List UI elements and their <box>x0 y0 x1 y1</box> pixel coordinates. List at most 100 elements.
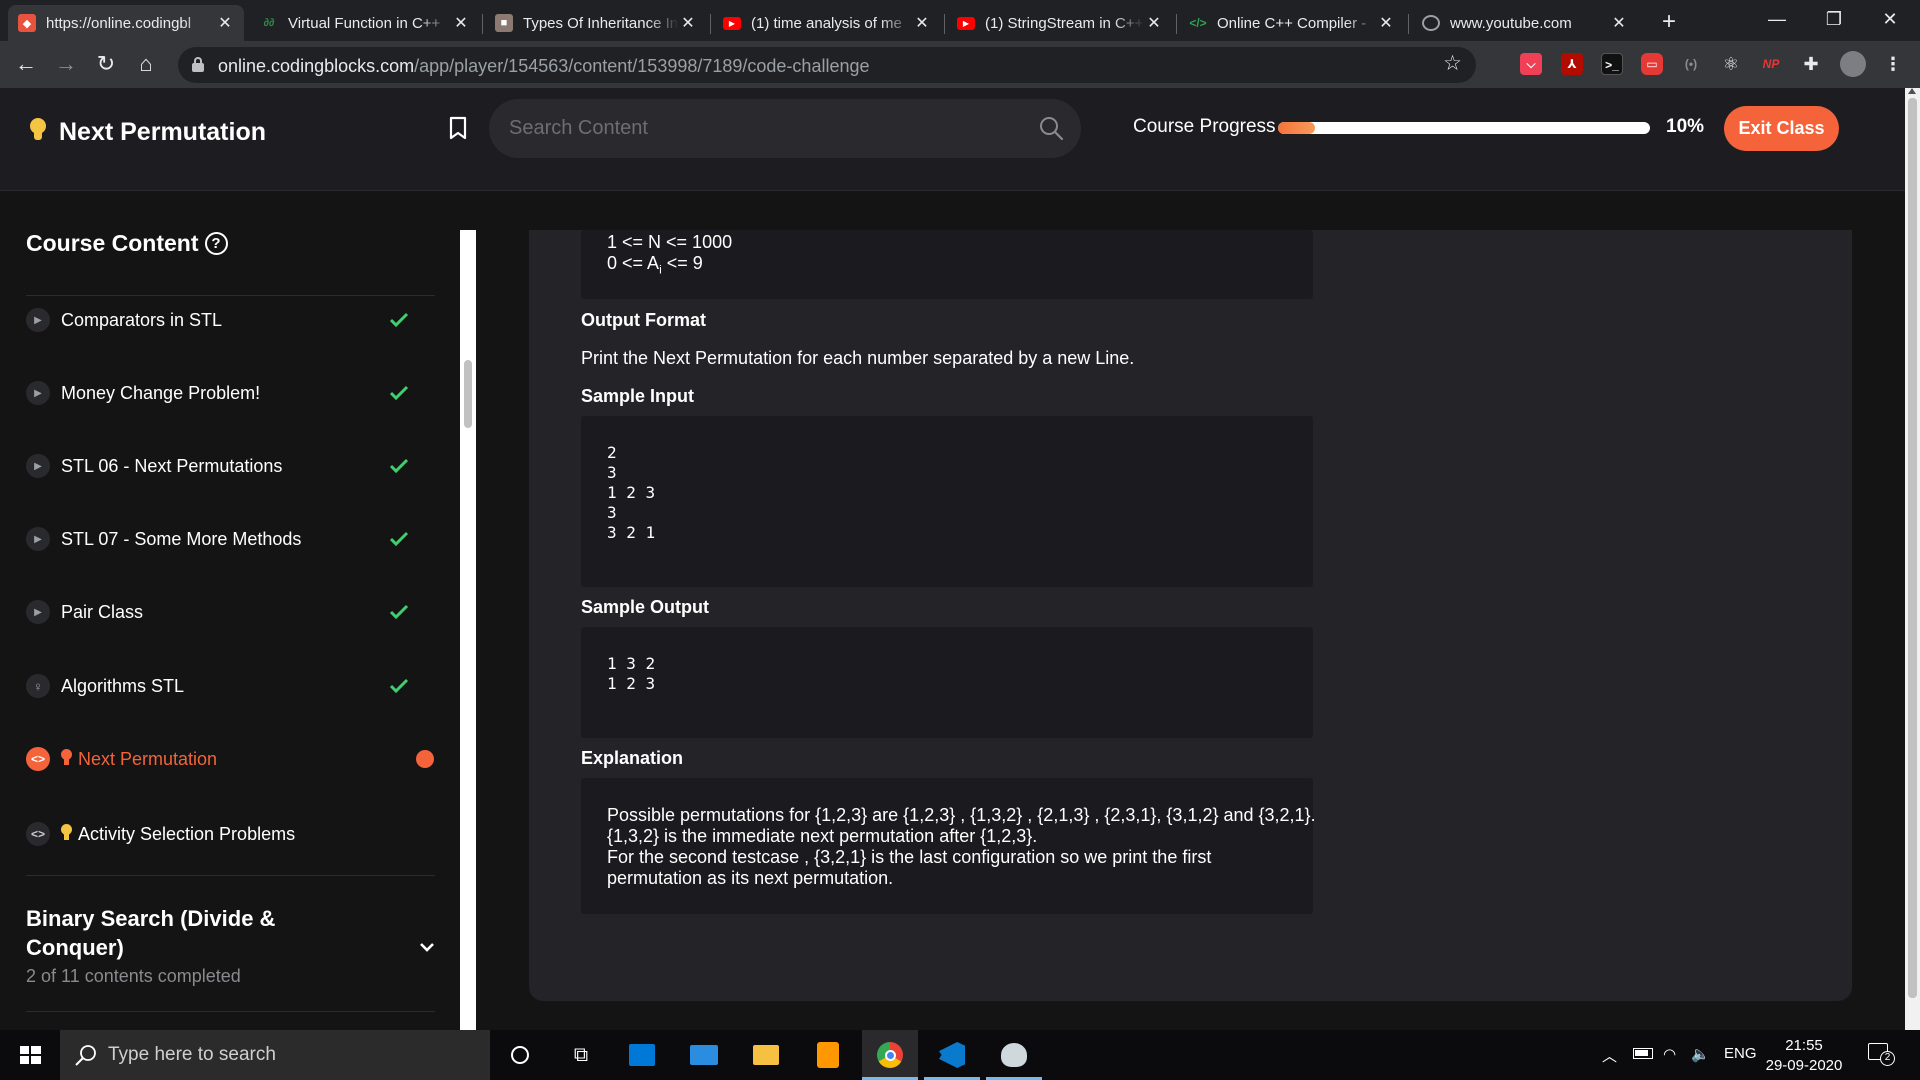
profile-avatar[interactable] <box>1840 51 1866 77</box>
sidebar-scrollbar[interactable] <box>460 230 476 1030</box>
exit-class-button[interactable]: Exit Class <box>1724 106 1839 151</box>
lesson-item[interactable]: ♀ Algorithms STL <box>26 664 446 708</box>
vscode-icon[interactable] <box>924 1030 980 1080</box>
divider <box>26 295 435 296</box>
file-explorer-icon[interactable] <box>738 1030 794 1080</box>
tab-virtual-function[interactable]: ∂∂ Virtual Function in C++ ✕ <box>250 5 480 41</box>
sample-output-box <box>581 627 1313 738</box>
wifi-icon[interactable]: ◠ <box>1663 1045 1676 1063</box>
url-text[interactable]: online.codingblocks.com/app/player/15456… <box>218 56 870 77</box>
check-icon <box>389 604 409 620</box>
sublime-text-icon[interactable] <box>800 1030 856 1080</box>
lesson-item[interactable]: ▶ STL 07 - Some More Methods <box>26 517 446 561</box>
tab-title: Online C++ Compiler - <box>1217 14 1367 32</box>
lesson-label-text: Next Permutation <box>78 748 218 769</box>
constraint-line: 0 <= Ai <= 9 <box>607 253 703 281</box>
section-title[interactable]: Binary Search (Divide & Conquer) <box>26 904 306 962</box>
battery-icon[interactable] <box>1633 1045 1653 1059</box>
tab-youtube[interactable]: www.youtube.com ✕ <box>1412 5 1638 41</box>
minimize-button[interactable]: — <box>1749 0 1805 40</box>
react-extension-icon[interactable]: ⚛ <box>1720 53 1742 75</box>
mail-icon[interactable] <box>676 1030 732 1080</box>
terminal-extension-icon[interactable]: >_ <box>1601 53 1623 75</box>
lesson-item[interactable]: ▶ STL 06 - Next Permutations <box>26 444 446 488</box>
explanation-line: For the second testcase , {3,2,1} is the… <box>607 847 1212 867</box>
sidebar-scroll-thumb[interactable] <box>464 360 472 428</box>
constraint-line: 1 <= N <= 1000 <box>607 232 733 252</box>
tab-time-analysis[interactable]: ▶ (1) time analysis of me ✕ <box>713 5 941 41</box>
check-icon <box>389 531 409 547</box>
chrome-icon[interactable] <box>862 1030 918 1080</box>
windows-start-icon[interactable] <box>0 1030 60 1080</box>
cortana-icon[interactable] <box>492 1030 548 1080</box>
youtube-icon: ▶ <box>957 16 975 30</box>
course-content-heading: Course Content ? <box>26 230 228 257</box>
volume-icon[interactable]: 🔈 <box>1691 1045 1710 1063</box>
pdf-extension-icon[interactable]: ⅄ <box>1561 53 1583 75</box>
scroll-up-arrow-icon[interactable] <box>1908 88 1916 94</box>
close-icon[interactable]: ✕ <box>913 13 931 33</box>
forward-button[interactable]: → <box>50 49 82 81</box>
chevron-down-icon[interactable] <box>418 938 436 956</box>
lesson-item[interactable]: <> Activity Selection Problems <box>26 812 446 856</box>
app-header: Next Permutation Course Progress 10% Exi… <box>0 88 1905 191</box>
tab-online-compiler[interactable]: </> Online C++ Compiler - ✕ <box>1179 5 1405 41</box>
new-tab-button[interactable]: + <box>1655 9 1683 37</box>
close-icon[interactable]: ✕ <box>1377 13 1395 33</box>
tab-stringstream[interactable]: ▶ (1) StringStream in C++ ✕ <box>947 5 1173 41</box>
lesson-item-current[interactable]: <> Next Permutation <box>26 737 446 781</box>
task-view-icon[interactable]: ⧉ <box>553 1030 609 1080</box>
close-icon[interactable]: ✕ <box>452 13 470 33</box>
language-indicator[interactable]: ENG <box>1724 1045 1757 1062</box>
lock-icon <box>192 57 204 72</box>
red-extension-icon[interactable]: ▭ <box>1641 53 1663 75</box>
home-button[interactable]: ⌂ <box>130 49 162 81</box>
search-input[interactable] <box>509 113 1009 143</box>
explanation-line: {1,3,2} is the immediate next permutatio… <box>607 826 1038 846</box>
notification-count: 2 <box>1880 1051 1895 1066</box>
pocket-extension-icon[interactable]: ⌵ <box>1520 53 1542 75</box>
code-icon: </> <box>1189 16 1207 30</box>
sample-input-line: 3 <box>607 463 617 482</box>
close-window-button[interactable]: ✕ <box>1862 0 1918 40</box>
tab-types-of-inheritance[interactable]: ■ Types Of Inheritance In ✕ <box>485 5 707 41</box>
tab-title: www.youtube.com <box>1450 14 1572 32</box>
explanation-line: Possible permutations for {1,2,3} are {1… <box>607 805 1316 825</box>
bookmark-icon[interactable] <box>449 116 467 140</box>
close-icon[interactable]: ✕ <box>1610 13 1628 33</box>
show-hidden-icons-icon[interactable]: ︿ <box>1602 1045 1617 1066</box>
notification-center-icon[interactable]: 2 <box>1868 1043 1895 1067</box>
progress-fill <box>1278 122 1316 134</box>
play-icon: ▶ <box>26 600 50 624</box>
restore-button[interactable]: ❐ <box>1806 0 1862 40</box>
page-scroll-thumb[interactable] <box>1908 98 1917 998</box>
taskbar-search[interactable]: Type here to search <box>60 1030 490 1080</box>
extensions-puzzle-icon[interactable]: ✚ <box>1800 53 1822 75</box>
menu-kebab-icon[interactable]: ⋮ <box>1882 53 1904 75</box>
output-format-text: Print the Next Permutation for each numb… <box>581 348 1135 368</box>
system-clock[interactable]: 21:55 29-09-2020 <box>1764 1036 1844 1076</box>
tab-separator <box>944 14 945 34</box>
page-title: Next Permutation <box>59 118 266 146</box>
np-extension-icon[interactable]: NP <box>1760 53 1782 75</box>
lesson-item[interactable]: ▶ Money Change Problem! <box>26 371 446 415</box>
paint-icon[interactable] <box>986 1030 1042 1080</box>
tab-codingblocks[interactable]: ◆ https://online.codingbl ✕ <box>8 5 244 41</box>
close-icon[interactable]: ✕ <box>1145 13 1163 33</box>
bookmark-star-icon[interactable]: ☆ <box>1443 51 1462 76</box>
close-icon[interactable]: ✕ <box>679 13 697 33</box>
wave-extension-icon[interactable]: (•) <box>1680 53 1702 75</box>
url-path: /app/player/154563/content/153998/7189/c… <box>414 56 870 76</box>
close-icon[interactable]: ✕ <box>216 13 234 33</box>
help-icon[interactable]: ? <box>204 232 228 255</box>
sample-input-line: 1 2 3 <box>607 483 656 502</box>
search-icon[interactable] <box>1037 114 1065 142</box>
lesson-item[interactable]: ▶ Comparators in STL <box>26 298 446 342</box>
reload-button[interactable]: ↻ <box>90 49 122 81</box>
lesson-item[interactable]: ▶ Pair Class <box>26 590 446 634</box>
page-scrollbar[interactable] <box>1905 88 1920 1030</box>
course-sidebar: Course Content ? ▶ Comparators in STL ▶ … <box>0 192 460 1030</box>
back-button[interactable]: ← <box>10 49 42 81</box>
address-bar[interactable]: online.codingblocks.com/app/player/15456… <box>178 47 1476 83</box>
store-icon[interactable] <box>614 1030 670 1080</box>
